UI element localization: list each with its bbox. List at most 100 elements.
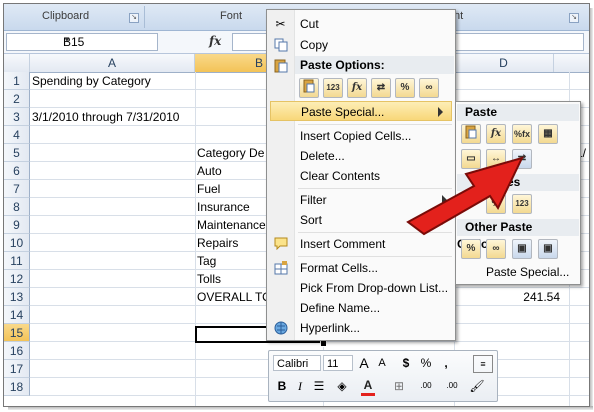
cell-d13[interactable]: 241.54	[504, 288, 560, 306]
paste-icon[interactable]	[461, 124, 481, 144]
row-header-11[interactable]: 11	[4, 252, 30, 270]
clipboard-launcher-icon[interactable]: ↘	[129, 13, 139, 23]
select-all-corner[interactable]	[4, 54, 30, 72]
comment-icon	[273, 237, 288, 251]
menu-item-label: Paste Special...	[486, 265, 570, 279]
cell-b8[interactable]: Insurance	[197, 198, 250, 216]
group-divider	[144, 6, 145, 28]
row-header-7[interactable]: 7	[4, 180, 30, 198]
paste-keep-source-format-icon[interactable]: ▦	[538, 124, 558, 144]
globe-link-icon	[273, 321, 288, 335]
name-box[interactable]: B15 ▼	[6, 33, 158, 51]
menu-item-label: Format Cells...	[300, 261, 379, 275]
grow-font-icon[interactable]: A	[357, 355, 371, 371]
row-header-12[interactable]: 12	[4, 270, 30, 288]
row-header-10[interactable]: 10	[4, 234, 30, 252]
cell-b10[interactable]: Repairs	[197, 234, 238, 252]
row-header-18[interactable]: 18	[4, 378, 30, 396]
paste-values-button[interactable]: 123	[323, 78, 343, 98]
menu-item-label: Cut	[300, 17, 319, 31]
cell-b7[interactable]: Fuel	[197, 180, 220, 198]
menu-item-label: Filter	[300, 193, 327, 207]
font-size-dropdown[interactable]: 11	[323, 355, 353, 371]
row-header-14[interactable]: 14	[4, 306, 30, 324]
paste-linked-picture-icon[interactable]: ▣	[538, 239, 558, 259]
increase-decimal-button[interactable]: .00	[415, 378, 437, 394]
borders-icon[interactable]: ⊞	[391, 378, 407, 394]
percent-button[interactable]: %	[419, 355, 433, 371]
menu-item-pick-from-list[interactable]: Pick From Drop-down List...	[267, 278, 455, 298]
paste-formulas-number-format-icon[interactable]: %fx	[512, 124, 532, 144]
paste-formatting-button[interactable]: %	[395, 78, 415, 98]
menu-item-insert-copied-cells[interactable]: Insert Copied Cells...	[267, 126, 455, 146]
paste-formulas-icon[interactable]: fx	[486, 124, 506, 144]
cell-a3[interactable]: 3/1/2010 through 7/31/2010	[32, 108, 179, 126]
paste-options-label: Paste Options:	[300, 58, 385, 72]
column-header-d[interactable]: D	[454, 54, 554, 72]
cell-b11[interactable]: Tag	[197, 252, 216, 270]
submenu-arrow-icon	[438, 107, 443, 117]
paste-clipboard-icon	[273, 58, 288, 73]
fill-handle[interactable]	[320, 340, 327, 347]
cell-b6[interactable]: Auto	[197, 162, 222, 180]
gridline	[195, 72, 196, 406]
menu-item-paste-special[interactable]: Paste Special...	[270, 101, 452, 121]
row-header-4[interactable]: 4	[4, 126, 30, 144]
row-header-15[interactable]: 15	[4, 324, 30, 342]
cell-b12[interactable]: Tolls	[197, 270, 221, 288]
submenu-header-label: Paste	[465, 105, 498, 119]
font-name-dropdown[interactable]: Calibri	[273, 355, 321, 371]
row-header-1[interactable]: 1	[4, 72, 30, 90]
menu-item-label: Insert Comment	[300, 237, 386, 251]
row-header-8[interactable]: 8	[4, 198, 30, 216]
row-header-2[interactable]: 2	[4, 90, 30, 108]
menu-item-label: Paste Special...	[301, 105, 385, 119]
decrease-decimal-button[interactable]: .00	[441, 378, 463, 394]
menu-item-label: Hyperlink...	[300, 321, 361, 335]
font-color-icon[interactable]: A	[361, 377, 375, 396]
currency-button[interactable]: $	[399, 355, 413, 371]
row-header-17[interactable]: 17	[4, 360, 30, 378]
comma-button[interactable]: ,	[439, 355, 453, 371]
submenu-paste-header: Paste	[457, 104, 579, 121]
paste-button[interactable]	[299, 78, 319, 98]
menu-item-define-name[interactable]: Define Name...	[267, 298, 455, 318]
shrink-font-icon[interactable]: A	[375, 355, 389, 371]
insert-function-icon[interactable]: fx	[209, 34, 221, 48]
fill-color-icon[interactable]: ◈	[333, 378, 351, 394]
excel-window: Clipboard ↘ Font nt ↘ B15 ▼ fx A B D Spe…	[3, 3, 590, 407]
italic-button[interactable]: I	[293, 378, 307, 394]
menu-item-label: Define Name...	[300, 301, 381, 315]
cell-b5[interactable]: Category De	[197, 144, 264, 162]
row-header-6[interactable]: 6	[4, 162, 30, 180]
submenu-paste-special[interactable]: Paste Special...	[456, 262, 578, 282]
menu-item-cut[interactable]: ✂ Cut	[267, 14, 455, 34]
format-painter-grid-icon[interactable]: ≡	[473, 355, 493, 373]
row-header-16[interactable]: 16	[4, 342, 30, 360]
cell-b9[interactable]: Maintenance	[197, 216, 266, 234]
column-header-a[interactable]: A	[30, 54, 195, 72]
chevron-down-icon[interactable]: ▼	[63, 35, 153, 44]
menu-item-hyperlink[interactable]: Hyperlink...	[267, 318, 455, 338]
row-header-13[interactable]: 13	[4, 288, 30, 306]
paste-options-header: Paste Options:	[295, 56, 454, 74]
menu-item-copy[interactable]: Copy	[267, 35, 455, 55]
menu-item-label: Insert Copied Cells...	[300, 129, 412, 143]
menu-item-label: Sort	[300, 213, 323, 227]
cell-b13[interactable]: OVERALL TO	[197, 288, 271, 306]
bold-button[interactable]: B	[275, 378, 289, 394]
copy-icon	[273, 38, 288, 52]
paste-formulas-button[interactable]: fx	[347, 78, 367, 98]
row-header-9[interactable]: 9	[4, 216, 30, 234]
center-align-icon[interactable]: ☰	[311, 378, 327, 394]
format-painter-icon[interactable]: 🖌	[469, 378, 485, 394]
menu-item-label: Delete...	[300, 149, 345, 163]
cell-a1[interactable]: Spending by Category	[32, 72, 151, 90]
menu-item-label: Clear Contents	[300, 169, 381, 183]
number-launcher-icon[interactable]: ↘	[569, 13, 579, 23]
menu-item-format-cells[interactable]: Format Cells...	[267, 258, 455, 278]
paste-transpose-icon[interactable]: ⇄	[371, 78, 391, 98]
row-header-3[interactable]: 3	[4, 108, 30, 126]
row-header-5[interactable]: 5	[4, 144, 30, 162]
paste-link-icon[interactable]: ∞	[419, 78, 439, 98]
